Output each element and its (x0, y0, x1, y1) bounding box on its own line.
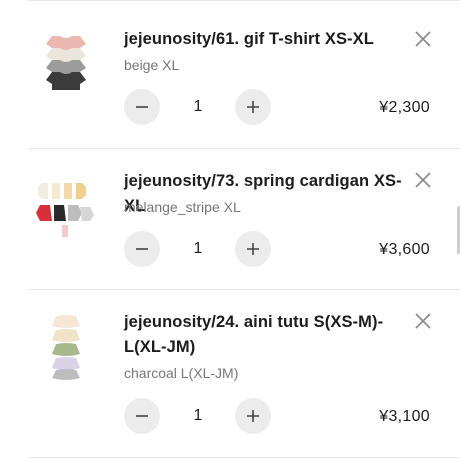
item-price: ¥3,600 (379, 241, 430, 258)
plus-icon (247, 101, 259, 113)
remove-item-button[interactable] (412, 28, 434, 50)
cart-item-list: jejeunosity/61. gif T-shirt XS-XL beige … (0, 0, 460, 460)
item-price: ¥2,300 (379, 99, 430, 116)
minus-icon (136, 248, 148, 250)
quantity-value: 1 (193, 240, 203, 257)
close-icon (415, 172, 431, 188)
product-title[interactable]: jejeunosity/61. gif T-shirt XS-XL (124, 27, 406, 52)
cart-item: jejeunosity/73. spring cardigan XS-XL me… (0, 149, 460, 289)
stacked-tshirts-image (46, 36, 86, 90)
item-divider (28, 457, 460, 458)
product-variant: charcoal L(XL-JM) (124, 365, 239, 381)
product-thumbnail-cardigan[interactable] (32, 177, 100, 243)
increase-quantity-button[interactable] (235, 231, 271, 267)
product-thumbnail-tutu[interactable] (32, 312, 100, 382)
stacked-cardigans-image (36, 183, 94, 237)
plus-icon (247, 243, 259, 255)
product-title[interactable]: jejeunosity/24. aini tutu S(XS-M)-L(XL-J… (124, 310, 406, 360)
product-variant: beige XL (124, 57, 180, 73)
decrease-quantity-button[interactable] (124, 398, 160, 434)
stacked-tutus-image (52, 315, 80, 380)
minus-icon (136, 106, 148, 108)
cart-item: jejeunosity/24. aini tutu S(XS-M)-L(XL-J… (0, 290, 460, 458)
quantity-value: 1 (193, 407, 203, 424)
remove-item-button[interactable] (412, 310, 434, 332)
cart-item: jejeunosity/61. gif T-shirt XS-XL beige … (0, 0, 460, 148)
item-price: ¥3,100 (379, 408, 430, 425)
close-icon (415, 313, 431, 329)
product-variant: melange_stripe XL (124, 199, 241, 215)
decrease-quantity-button[interactable] (124, 231, 160, 267)
increase-quantity-button[interactable] (235, 89, 271, 125)
minus-icon (136, 415, 148, 417)
remove-item-button[interactable] (412, 169, 434, 191)
plus-icon (247, 410, 259, 422)
increase-quantity-button[interactable] (235, 398, 271, 434)
close-icon (415, 31, 431, 47)
decrease-quantity-button[interactable] (124, 89, 160, 125)
quantity-value: 1 (193, 98, 203, 115)
product-thumbnail-tshirt[interactable] (32, 32, 100, 96)
